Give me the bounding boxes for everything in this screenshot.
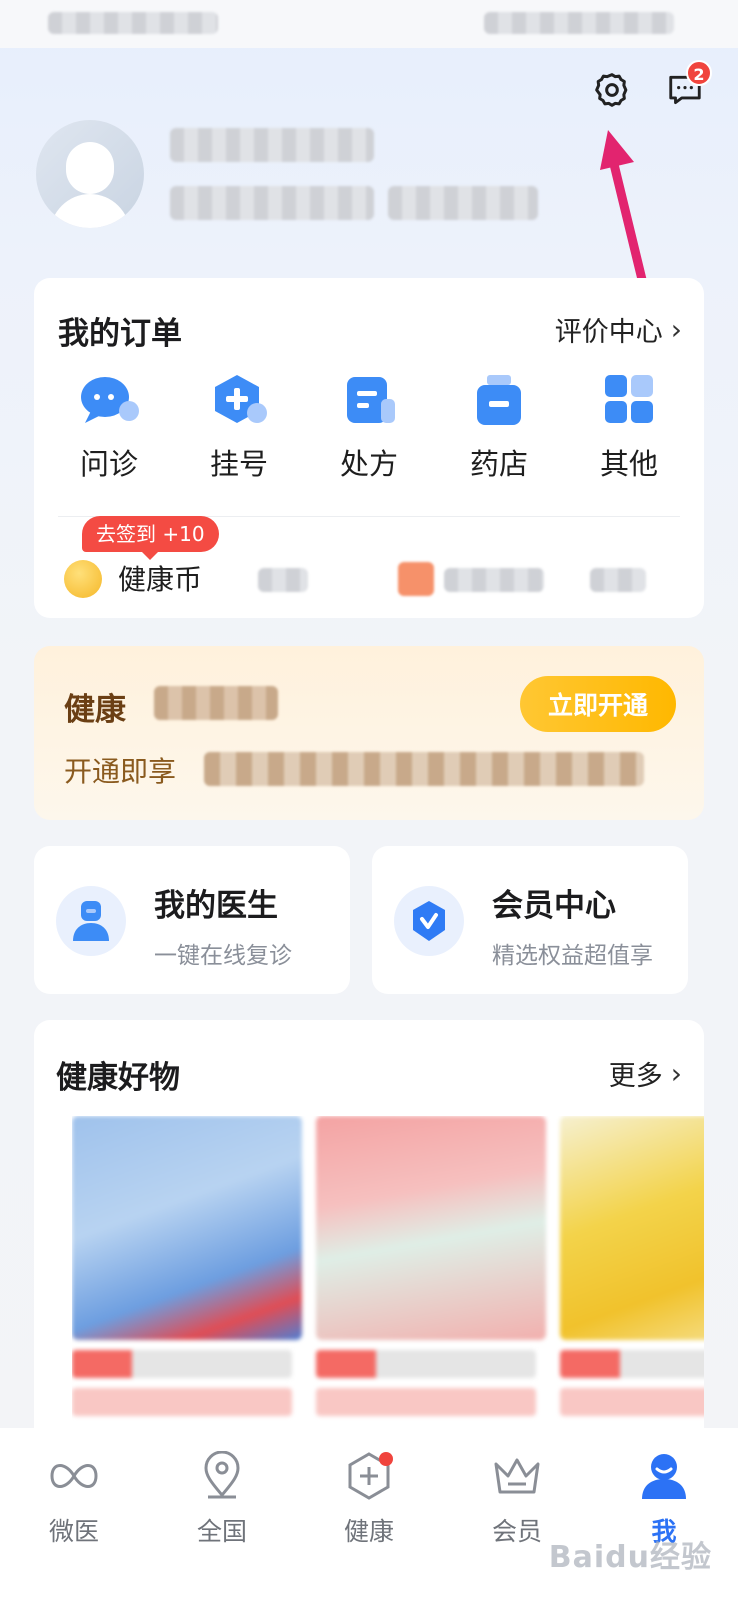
tab-label: 健康 [343, 1517, 394, 1546]
goods-price-line [72, 1388, 292, 1416]
hexagon-plus-icon [215, 375, 267, 423]
my-orders-card: 我的订单 评价中心 › 问诊 挂号 处方 药店 其他 去签到 +10 健康币 [34, 278, 704, 618]
tab-health[interactable]: 健康 [295, 1450, 443, 1548]
messages-button[interactable]: 2 [664, 60, 712, 110]
member-center-card[interactable]: 会员中心 精选权益超值享 [372, 846, 688, 994]
goods-title-line [560, 1350, 704, 1378]
order-item-registration[interactable]: 挂号 [174, 373, 304, 483]
avatar[interactable] [36, 120, 144, 228]
prescription-icon [347, 377, 395, 423]
banner-subtitle: 开通即享 [64, 755, 177, 788]
order-item-label: 其他 [599, 447, 658, 481]
grid-icon [605, 375, 653, 423]
my-doctor-subtitle: 一键在线复诊 [154, 943, 292, 969]
order-categories: 问诊 挂号 处方 药店 其他 [44, 373, 694, 483]
unread-badge: 2 [686, 60, 712, 86]
checkin-tooltip[interactable]: 去签到 +10 [82, 516, 219, 560]
location-pin-icon [204, 1451, 240, 1499]
tab-label: 微医 [48, 1517, 99, 1546]
goods-image [560, 1116, 704, 1340]
goods-price-line [560, 1388, 704, 1416]
goods-item[interactable] [560, 1116, 704, 1446]
order-item-prescription[interactable]: 处方 [304, 373, 434, 483]
order-item-consultation[interactable]: 问诊 [44, 373, 174, 483]
goods-price-line [316, 1388, 536, 1416]
member-icon-wrap [394, 886, 464, 956]
member-center-subtitle: 精选权益超值享 [492, 943, 653, 969]
blurred-extra [590, 568, 646, 592]
tab-label: 会员 [491, 1517, 542, 1546]
goods-item[interactable] [72, 1116, 302, 1446]
banner-title: 健康 [64, 692, 126, 728]
chevron-right-icon: › [670, 1057, 682, 1090]
bottom-tab-bar: 微医 全国 健康 会员 我 Baidu经验 [0, 1428, 738, 1600]
more-link[interactable]: 更多 › [609, 1054, 682, 1093]
blurred-promo-text [444, 568, 544, 592]
goods-list [72, 1116, 704, 1446]
chat-bubble-icon [81, 377, 139, 423]
medicine-bottle-icon [477, 375, 521, 425]
review-center-link[interactable]: 评价中心 › [555, 310, 682, 349]
member-shield-icon [413, 901, 445, 941]
blurred-banner-title [154, 686, 278, 720]
goods-image [316, 1116, 546, 1340]
order-item-label: 药店 [469, 447, 528, 481]
tab-label: 全国 [196, 1517, 247, 1546]
health-goods-title: 健康好物 [56, 1060, 180, 1096]
blurred-user-info-2 [388, 186, 538, 220]
more-label: 更多 [608, 1061, 663, 1092]
user-icon [642, 1454, 686, 1499]
goods-item[interactable] [316, 1116, 546, 1446]
goods-title-line [316, 1350, 536, 1378]
tab-nationwide[interactable]: 全国 [148, 1450, 296, 1548]
gear-icon [595, 73, 628, 107]
my-doctor-card[interactable]: 我的医生 一键在线复诊 [34, 846, 350, 994]
order-item-label: 问诊 [79, 447, 138, 481]
watermark: Baidu经验 [548, 1540, 712, 1575]
order-item-pharmacy[interactable]: 药店 [434, 373, 564, 483]
goods-title-line [72, 1350, 292, 1378]
doctor-icon-wrap [56, 886, 126, 956]
member-center-title: 会员中心 [492, 888, 616, 924]
avatar-body-shape [50, 194, 130, 228]
order-item-label: 处方 [339, 447, 398, 481]
blurred-banner-subtitle [204, 752, 644, 786]
my-orders-title: 我的订单 [58, 316, 182, 352]
blurred-user-info-1 [170, 186, 374, 220]
status-bar [0, 0, 738, 48]
health-coin-icon [64, 560, 102, 598]
blurred-coin-count [258, 568, 308, 592]
crown-icon [494, 1458, 540, 1494]
review-center-label: 评价中心 [554, 317, 663, 348]
chevron-right-icon: › [670, 313, 682, 346]
order-item-label: 挂号 [209, 447, 268, 481]
doctor-icon [73, 901, 109, 941]
order-item-other[interactable]: 其他 [564, 373, 694, 483]
membership-banner[interactable]: 健康 开通即享 立即开通 [34, 646, 704, 820]
blurred-status-right [484, 12, 674, 34]
notification-dot [379, 1452, 393, 1466]
goods-image [72, 1116, 302, 1340]
my-doctor-title: 我的医生 [154, 888, 278, 924]
blurred-status-left [48, 12, 218, 34]
weiyi-logo-icon [50, 1464, 98, 1488]
blurred-username [170, 128, 374, 162]
health-coin-label[interactable]: 健康币 [118, 558, 202, 598]
activate-now-button[interactable]: 立即开通 [520, 676, 676, 732]
settings-button[interactable] [592, 70, 632, 110]
tab-weiyi[interactable]: 微医 [0, 1450, 148, 1548]
blurred-promo-icon [398, 562, 434, 596]
avatar-head-shape [66, 142, 114, 194]
